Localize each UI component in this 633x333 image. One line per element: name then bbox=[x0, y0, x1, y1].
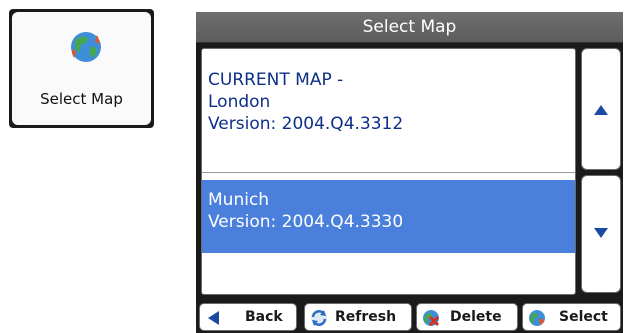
arrow-down-icon bbox=[594, 228, 608, 238]
map-item-line: London bbox=[208, 92, 271, 112]
bottom-toolbar: Back Refresh Delete Select bbox=[196, 301, 623, 333]
scroll-up-button[interactable] bbox=[581, 48, 621, 170]
select-map-tile-face[interactable]: Select Map bbox=[12, 12, 151, 125]
back-button[interactable]: Back bbox=[199, 303, 297, 331]
arrow-up-icon bbox=[594, 105, 608, 115]
map-list: CURRENT MAP - London Version: 2004.Q4.33… bbox=[201, 48, 576, 295]
refresh-button[interactable]: Refresh bbox=[304, 303, 412, 331]
select-map-screen: Select Map CURRENT MAP - London Version:… bbox=[196, 12, 623, 333]
select-map-tile[interactable]: Select Map bbox=[9, 9, 154, 128]
select-map-tile-label: Select Map bbox=[40, 90, 123, 108]
back-arrow-icon bbox=[208, 311, 219, 325]
refresh-icon bbox=[311, 310, 327, 326]
refresh-label: Refresh bbox=[335, 309, 397, 325]
delete-label: Delete bbox=[450, 309, 502, 325]
window-title: Select Map bbox=[196, 12, 623, 43]
globe-delete-icon bbox=[423, 310, 440, 327]
map-list-item-london[interactable]: CURRENT MAP - London Version: 2004.Q4.33… bbox=[202, 69, 575, 135]
select-button[interactable]: Select bbox=[522, 303, 621, 331]
globe-refresh-icon bbox=[71, 32, 101, 62]
globe-select-icon bbox=[529, 310, 545, 326]
select-label: Select bbox=[559, 309, 608, 325]
map-item-line: Version: 2004.Q4.3312 bbox=[208, 114, 404, 134]
back-label: Back bbox=[245, 309, 283, 325]
map-item-line: Munich bbox=[208, 190, 270, 210]
delete-button[interactable]: Delete bbox=[416, 303, 518, 331]
scroll-down-button[interactable] bbox=[581, 175, 621, 293]
map-list-item-munich[interactable]: Munich Version: 2004.Q4.3330 bbox=[202, 180, 575, 253]
map-item-line: CURRENT MAP - bbox=[208, 70, 344, 90]
map-item-line: Version: 2004.Q4.3330 bbox=[208, 212, 404, 232]
list-divider bbox=[202, 172, 575, 173]
